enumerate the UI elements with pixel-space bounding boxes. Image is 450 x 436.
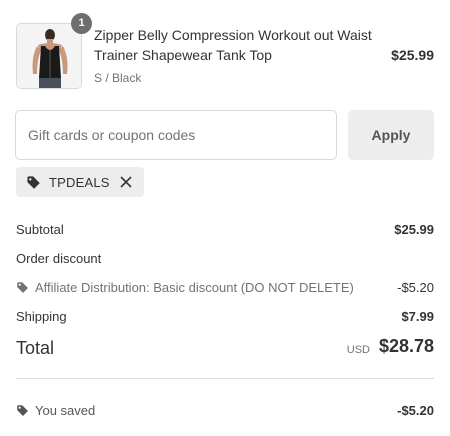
discount-name: Affiliate Distribution: Basic discount (… (35, 280, 354, 295)
apply-button[interactable]: Apply (348, 110, 434, 160)
product-info: Zipper Belly Compression Workout out Wai… (94, 25, 384, 86)
product-thumbnail-wrapper: 1 (16, 13, 92, 89)
product-photo-icon (17, 24, 81, 88)
discount-value: -$5.20 (397, 280, 434, 295)
tag-icon (17, 282, 28, 293)
product-price: $25.99 (391, 47, 434, 63)
close-icon[interactable] (118, 174, 134, 190)
order-discount-row: Order discount (16, 247, 434, 276)
applied-discount-tag: TPDEALS (16, 167, 144, 197)
tag-icon (27, 175, 40, 189)
order-summary: Subtotal $25.99 Order discount Affiliate… (16, 218, 434, 374)
shipping-label: Shipping (16, 309, 67, 324)
subtotal-row: Subtotal $25.99 (16, 218, 434, 247)
savings-value: -$5.20 (397, 403, 434, 418)
discount-code-form: Apply (15, 110, 434, 160)
quantity-badge: 1 (71, 13, 92, 34)
divider (16, 378, 434, 379)
total-label: Total (16, 338, 55, 358)
discount-code-input[interactable] (15, 110, 337, 160)
discount-code-text: TPDEALS (49, 174, 110, 190)
discount-detail-row: Affiliate Distribution: Basic discount (… (16, 276, 434, 305)
currency-code: USD (346, 344, 370, 356)
savings-label: You saved (35, 403, 96, 418)
tag-icon (17, 405, 28, 416)
shipping-value: $7.99 (401, 309, 434, 324)
total-amount: $28.78 (378, 336, 434, 356)
subtotal-label: Subtotal (16, 222, 64, 237)
order-discount-label: Order discount (16, 251, 102, 266)
savings-label-wrapper: You saved (16, 403, 95, 418)
subtotal-value: $25.99 (394, 222, 434, 237)
product-title: Zipper Belly Compression Workout out Wai… (94, 27, 372, 63)
discount-name-wrapper: Affiliate Distribution: Basic discount (… (16, 280, 354, 295)
product-variant: S / Black (94, 71, 142, 85)
total-row: Total USD $28.78 (16, 336, 434, 374)
product-image (16, 23, 82, 89)
cart-line-item: 1 Zipper Belly Compression Workout out W… (16, 13, 434, 91)
savings-row: You saved -$5.20 (16, 401, 434, 421)
shipping-row: Shipping $7.99 (16, 305, 434, 334)
